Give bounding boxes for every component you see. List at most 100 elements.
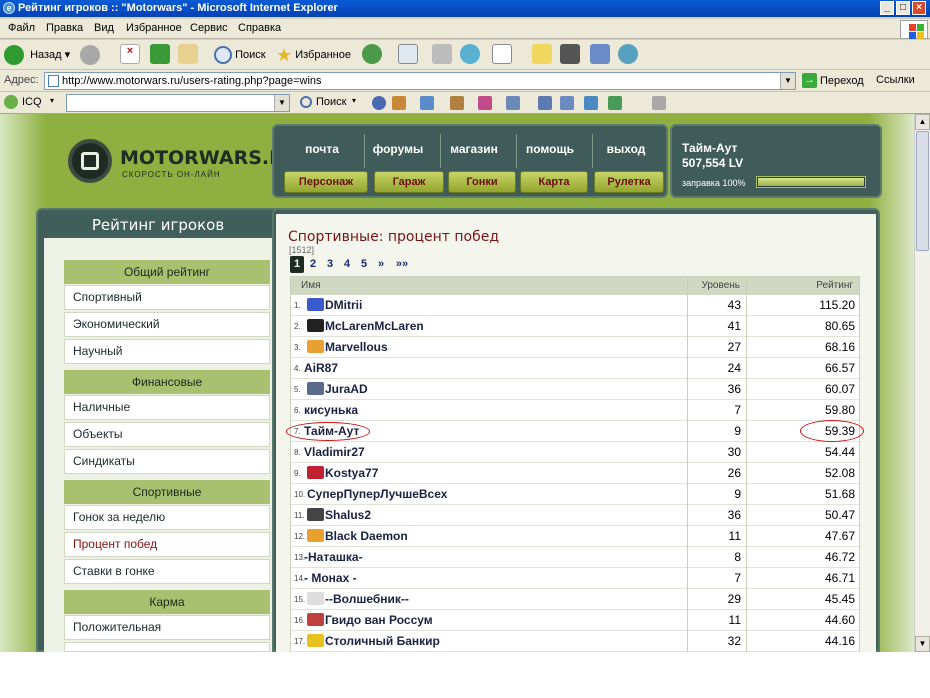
back-button[interactable]: Назад ▾ <box>4 44 70 66</box>
sidebar-item-sport[interactable]: Спортивный <box>64 285 270 310</box>
games-icon[interactable] <box>506 96 520 110</box>
gift-icon[interactable] <box>478 96 492 110</box>
menu-favorites[interactable]: Избранное <box>126 22 182 34</box>
links-button[interactable]: Ссылки <box>876 74 915 86</box>
player-name[interactable]: Kostya77 <box>325 466 378 480</box>
nav-shop[interactable]: магазин <box>439 142 509 156</box>
minimize-button[interactable]: _ <box>880 1 894 15</box>
chat-icon[interactable] <box>420 96 434 110</box>
menu-tools[interactable]: Сервис <box>190 22 228 34</box>
column-level[interactable]: Уровень <box>688 277 746 295</box>
ie-icon: e <box>3 2 15 14</box>
sidebar-item-objects[interactable]: Объекты <box>64 422 270 447</box>
nav-forums[interactable]: форумы <box>363 142 433 156</box>
menu-help[interactable]: Справка <box>238 22 281 34</box>
sidebar-item-cash[interactable]: Наличные <box>64 395 270 420</box>
sidebar-item-economic[interactable]: Экономический <box>64 312 270 337</box>
home-icon[interactable] <box>178 44 198 64</box>
edit-icon[interactable] <box>492 44 512 64</box>
player-name[interactable]: --Волшебник-- <box>325 592 409 606</box>
notes-icon[interactable] <box>532 44 552 64</box>
nav-help[interactable]: помощь <box>515 142 585 156</box>
sidebar-item-weekly-races[interactable]: Гонок за неделю <box>64 505 270 530</box>
player-name[interactable]: Shalus2 <box>325 508 371 522</box>
nav-logout[interactable]: выход <box>591 142 661 156</box>
menu-view[interactable]: Вид <box>94 22 114 34</box>
favorites-button[interactable]: ★ Избранное <box>276 44 351 66</box>
page-5[interactable]: 5 <box>357 256 371 273</box>
stop-icon[interactable]: × <box>120 44 140 64</box>
scroll-up-button[interactable]: ▲ <box>915 114 930 130</box>
kaspersky-icon[interactable] <box>560 44 580 64</box>
users-icon[interactable] <box>618 44 638 64</box>
player-name[interactable]: Marvellous <box>325 340 388 354</box>
column-rating[interactable]: Рейтинг <box>747 277 859 295</box>
history-icon[interactable] <box>362 44 382 64</box>
mail-icon[interactable] <box>398 44 418 64</box>
player-name[interactable]: кисунька <box>304 403 358 417</box>
contacts-icon[interactable] <box>538 96 552 110</box>
sidebar-item-race-bets[interactable]: Ставки в гонке <box>64 559 270 584</box>
player-name[interactable]: Vladimir27 <box>304 445 365 459</box>
races-button[interactable]: Гонки <box>448 171 516 193</box>
garage-button[interactable]: Гараж <box>374 171 444 193</box>
sidebar-item-partial[interactable] <box>64 642 270 652</box>
go-button[interactable]: → Переход <box>800 72 864 90</box>
scroll-thumb[interactable] <box>916 131 929 251</box>
user-name[interactable]: Тайм-Аут <box>682 141 737 155</box>
page-next[interactable]: » <box>374 256 388 273</box>
icq-search-dropdown[interactable]: ▼ <box>274 95 289 111</box>
player-name[interactable]: - Монах - <box>304 571 357 585</box>
page-last[interactable]: »» <box>392 256 412 273</box>
address-dropdown[interactable]: ▼ <box>780 73 795 89</box>
page-3[interactable]: 3 <box>323 256 337 273</box>
vertical-scrollbar[interactable]: ▲ ▼ <box>914 114 930 652</box>
player-name[interactable]: AiR87 <box>304 361 338 375</box>
address-bar: Адрес: http://www.motorwars.ru/users-rat… <box>0 70 930 92</box>
refresh-icon[interactable] <box>150 44 170 64</box>
settings-icon[interactable] <box>652 96 666 110</box>
player-name[interactable]: СуперПуперЛучшеВсех <box>307 487 447 501</box>
column-name[interactable]: Имя <box>291 277 687 295</box>
messenger-icon[interactable] <box>460 44 480 64</box>
page-4[interactable]: 4 <box>340 256 354 273</box>
player-name[interactable]: Столичный Банкир <box>325 634 440 648</box>
player-name[interactable]: Гвидо ван Россум <box>325 613 433 627</box>
character-button[interactable]: Персонаж <box>284 171 368 193</box>
motorwars-logo-icon[interactable] <box>68 139 112 183</box>
close-button[interactable]: × <box>912 1 926 15</box>
page-2[interactable]: 2 <box>306 256 320 273</box>
sidebar-item-positive[interactable]: Положительная <box>64 615 270 640</box>
player-name[interactable]: McLarenMcLaren <box>325 319 424 333</box>
sidebar-item-win-percent[interactable]: Процент побед <box>64 532 270 557</box>
icq-search-button[interactable]: Поиск <box>316 96 346 108</box>
player-name[interactable]: DMitrii <box>325 298 362 312</box>
search-button[interactable]: Поиск <box>214 44 266 66</box>
research-icon[interactable] <box>590 44 610 64</box>
group-icon[interactable] <box>450 96 464 110</box>
maximize-button[interactable]: □ <box>896 1 910 15</box>
page-1[interactable]: 1 <box>290 256 304 273</box>
nav-mail[interactable]: почта <box>287 142 357 156</box>
menu-edit[interactable]: Правка <box>46 22 83 34</box>
print-icon[interactable] <box>432 44 452 64</box>
scroll-down-button[interactable]: ▼ <box>915 636 930 652</box>
map-button[interactable]: Карта <box>520 171 588 193</box>
player-name[interactable]: JuraAD <box>325 382 368 396</box>
forward-button[interactable] <box>80 45 100 65</box>
sidebar-item-syndicates[interactable]: Синдикаты <box>64 449 270 474</box>
mail-check-icon[interactable] <box>608 96 622 110</box>
menu-file[interactable]: Файл <box>8 22 35 34</box>
icq-button[interactable]: ICQ <box>22 96 42 108</box>
people-icon[interactable] <box>584 96 598 110</box>
address-input[interactable]: http://www.motorwars.ru/users-rating.php… <box>44 72 796 90</box>
globe-icon[interactable] <box>372 96 386 110</box>
icq-search-input[interactable]: ▼ <box>66 94 290 112</box>
user-icon[interactable] <box>392 96 406 110</box>
player-level: 7 <box>734 403 741 417</box>
share-icon[interactable] <box>560 96 574 110</box>
player-name[interactable]: -Наташка- <box>304 550 363 564</box>
player-name[interactable]: Black Daemon <box>325 529 408 543</box>
sidebar-item-science[interactable]: Научный <box>64 339 270 364</box>
roulette-button[interactable]: Рулетка <box>594 171 664 193</box>
